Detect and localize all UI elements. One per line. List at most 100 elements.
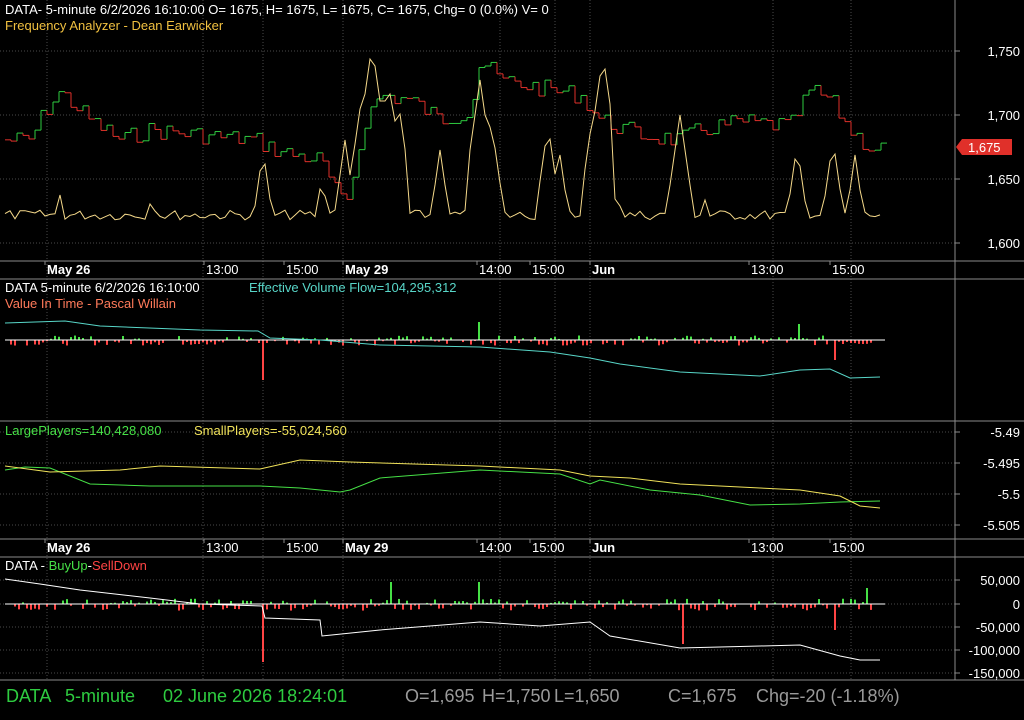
vit-bar [178, 336, 180, 340]
vit-bar [566, 340, 568, 346]
flow-bar [850, 598, 852, 604]
time-label: 15:00 [832, 262, 865, 277]
vit-bar [562, 340, 564, 346]
vit-bar [622, 340, 624, 346]
flow-bar [806, 604, 808, 611]
vit-bar [814, 340, 816, 346]
y-tick-label: 1,750 [987, 44, 1020, 59]
y-tick-label: 1,700 [987, 108, 1020, 123]
vit-bar [478, 322, 480, 340]
flow-bar [810, 604, 812, 609]
flow-bar [130, 600, 132, 604]
vit-bar [798, 324, 800, 340]
vit-bar [198, 340, 200, 345]
vit-bar [38, 340, 40, 345]
flow-bar [346, 604, 348, 609]
flow-bar [82, 604, 84, 609]
flow-bar [498, 599, 500, 604]
vit-bar [394, 340, 396, 345]
vit-bar [730, 336, 732, 340]
flow-bar [354, 604, 356, 608]
chart-canvas[interactable]: DATA- 5-minute 6/2/2026 16:10:00 O= 1675… [0, 0, 1024, 720]
symbol-prefix: DATA - [5, 558, 49, 573]
flow-bar [386, 600, 388, 604]
large-players-label: LargePlayers=140,428,080 [5, 423, 161, 438]
vit-bar [238, 336, 240, 340]
flow-bar [674, 599, 676, 604]
time-label: 14:00 [479, 262, 512, 277]
vit-bar [494, 340, 496, 346]
vit-bar [206, 340, 208, 345]
flow-bar [526, 600, 528, 604]
flow-bar [182, 604, 184, 610]
flow-bar [66, 599, 68, 604]
flow-bar [470, 604, 472, 610]
flow-bar [598, 600, 600, 604]
vit-bar [26, 340, 28, 346]
flow-bar [38, 604, 40, 610]
vit-bar [482, 340, 484, 345]
vit-bar [150, 340, 152, 345]
time-label: 15:00 [532, 540, 565, 555]
buyup-selldown-title: DATA - BuyUp-SellDown [5, 558, 147, 573]
vit-bar [822, 335, 824, 340]
vit-bar [182, 340, 184, 345]
time-label: May 26 [47, 540, 90, 555]
flow-bar [294, 604, 296, 609]
vit-panel-header: DATA 5-minute 6/2/2026 16:10:00 [5, 280, 200, 295]
flow-bar [438, 604, 440, 609]
flow-bar [342, 604, 344, 610]
status-low: L=1,650 [554, 686, 620, 706]
flow-bar [198, 604, 200, 608]
flow-bar [34, 604, 36, 609]
flow-bar [614, 604, 616, 610]
flow-bar [242, 600, 244, 604]
flow-bar [482, 599, 484, 604]
flow-bar [118, 604, 120, 609]
vit-bar [310, 340, 312, 344]
flow-bar [690, 604, 692, 609]
flow-bar [86, 599, 88, 604]
flow-bar [94, 604, 96, 608]
vit-bar [662, 340, 664, 345]
vit-bar [538, 340, 540, 345]
vit-bar [698, 340, 700, 344]
small-players-label: SmallPlayers=-55,024,560 [194, 423, 347, 438]
vit-bar [514, 336, 516, 340]
vit-bar [446, 340, 448, 344]
vit-bar [734, 336, 736, 340]
flow-bar [814, 604, 816, 608]
flow-bar [274, 604, 276, 609]
buyup-label: BuyUp [49, 558, 88, 573]
vit-bar [762, 340, 764, 344]
flow-bar [870, 604, 872, 610]
flow-bar [338, 604, 340, 610]
time-label: May 26 [47, 262, 90, 277]
status-change: Chg=-20 (-1.18%) [756, 686, 900, 706]
vit-bar [318, 340, 320, 345]
vit-bar [94, 340, 96, 346]
time-label: Jun [592, 262, 615, 277]
flow-bar [202, 604, 204, 610]
vit-bar [10, 340, 12, 345]
time-label: 13:00 [206, 540, 239, 555]
flow-bar [866, 588, 868, 604]
flow-bar [794, 604, 796, 608]
flow-bar [278, 604, 280, 609]
flow-bar [802, 604, 804, 609]
vit-bar [686, 335, 688, 340]
vit-bar [398, 335, 400, 340]
flow-bar [642, 604, 644, 608]
vit-bar [14, 340, 16, 346]
time-label: 14:00 [479, 540, 512, 555]
vit-bar [570, 340, 572, 344]
vit-bar [582, 340, 584, 346]
vit-bar [858, 340, 860, 344]
vit-bar [578, 335, 580, 340]
y-tick-label: 1,600 [987, 236, 1020, 251]
flow-bar [786, 604, 788, 608]
evf-label: Effective Volume Flow=104,295,312 [249, 280, 457, 295]
time-label: 15:00 [286, 262, 319, 277]
flow-bar [686, 598, 688, 604]
vit-bar [406, 336, 408, 340]
